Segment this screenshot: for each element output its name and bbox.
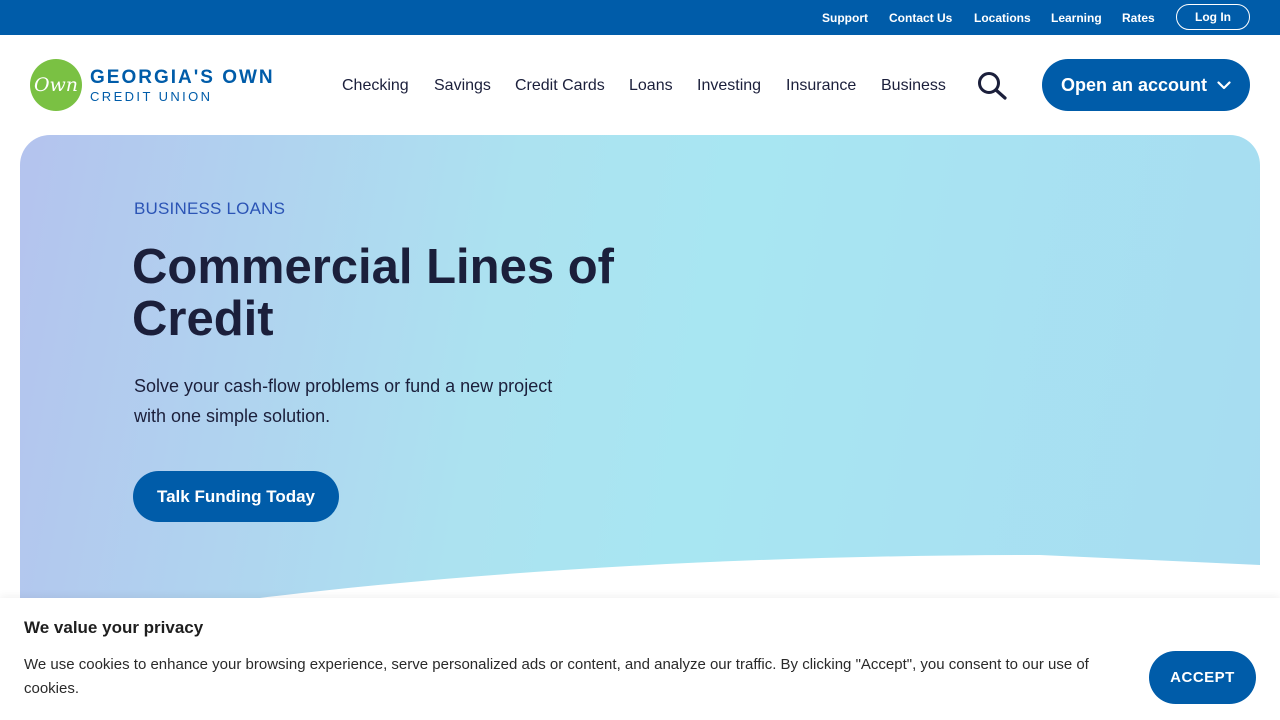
hero-eyebrow: BUSINESS LOANS [134,199,286,218]
georgias-own-logo[interactable]: Own GEORGIA'S OWN CREDIT UNION [30,59,275,111]
nav-item-credit-cards[interactable]: Credit Cards [515,77,605,95]
search-button[interactable] [976,71,1008,101]
nav-item-insurance[interactable]: Insurance [786,77,856,95]
utility-link-support[interactable]: Support [822,11,868,25]
page-title: Commercial Lines of Credit [132,240,614,346]
utility-link-contact-us[interactable]: Contact Us [889,11,952,25]
cookie-banner: We value your privacy We use cookies to … [0,598,1280,720]
cookie-banner-title: We value your privacy [24,618,204,637]
open-account-label: Open an account [1060,74,1208,95]
talk-funding-today-button[interactable]: Talk Funding Today [133,471,339,522]
log-in-button[interactable]: Log In [1176,4,1250,30]
nav-item-savings[interactable]: Savings [434,77,491,95]
utility-link-learning[interactable]: Learning [1051,11,1102,25]
utility-link-rates[interactable]: Rates [1122,11,1155,25]
utility-bar: Support Contact Us Locations Learning Ra… [0,0,1280,35]
hero-description: Solve your cash-flow problems or fund a … [134,376,553,426]
logo-mark: Own [30,59,82,111]
open-account-button[interactable]: Open an account [1042,59,1250,111]
hero-banner: BUSINESS LOANS Commercial Lines of Credi… [20,135,1260,655]
cookie-banner-text: We use cookies to enhance your browsing … [24,656,1089,697]
logo-wordmark: GEORGIA'S OWN CREDIT UNION [90,68,275,103]
nav-item-loans[interactable]: Loans [629,77,673,95]
main-header: Own GEORGIA'S OWN CREDIT UNION Checking … [0,35,1280,135]
logo-name: GEORGIA'S OWN [90,66,275,88]
logo-subname: CREDIT UNION [90,88,213,104]
chevron-down-icon [1217,80,1231,89]
nav-item-investing[interactable]: Investing [697,77,761,95]
utility-link-locations[interactable]: Locations [974,11,1031,25]
nav-item-checking[interactable]: Checking [342,77,409,95]
search-icon [978,72,1007,100]
nav-item-business[interactable]: Business [881,77,946,95]
accept-cookies-button[interactable]: ACCEPT [1149,651,1256,704]
